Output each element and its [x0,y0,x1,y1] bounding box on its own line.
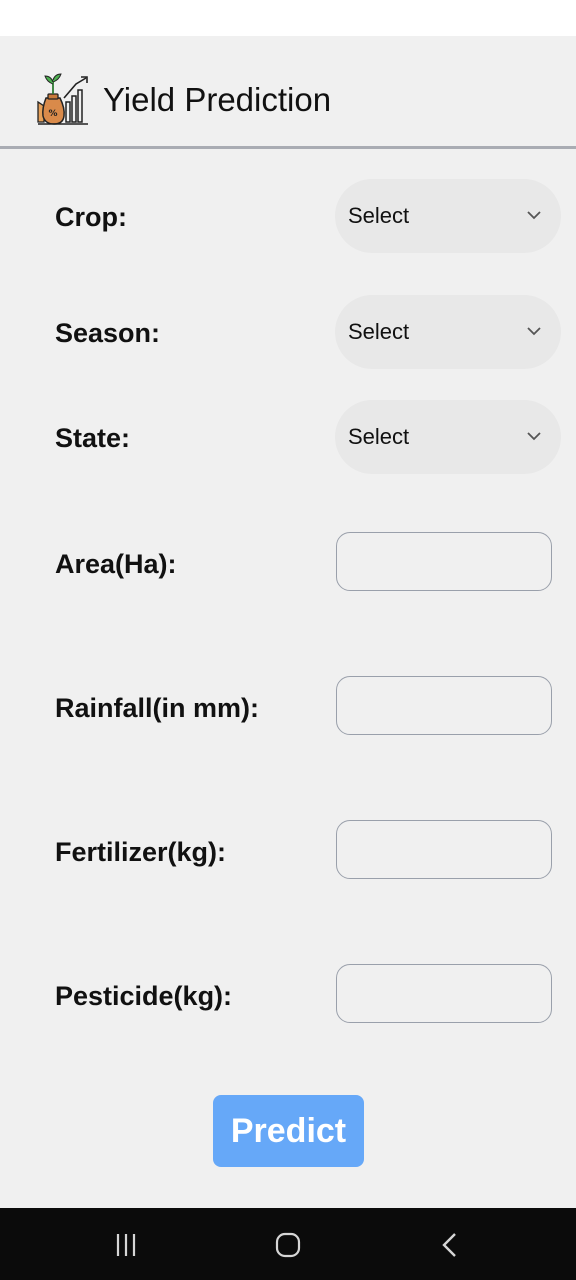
season-label: Season: [55,318,161,348]
chevron-down-icon [527,432,541,441]
yield-prediction-screen: % Yield Prediction Crop: Select Season: … [0,36,576,1208]
back-icon[interactable] [430,1230,470,1260]
pesticide-label: Pesticide(kg): [55,981,233,1011]
state-select-value: Select [348,424,410,449]
season-select[interactable]: Select [335,295,561,369]
app-header: % Yield Prediction [0,36,576,149]
crop-select[interactable]: Select [335,179,561,253]
svg-text:%: % [48,109,57,119]
area-input[interactable] [336,532,552,591]
season-select-value: Select [348,319,410,344]
crop-yield-growth-icon: % [37,73,88,125]
page-title: Yield Prediction [103,81,332,118]
home-icon[interactable] [268,1230,308,1260]
state-select[interactable]: Select [335,400,561,474]
crop-select-value: Select [348,203,410,228]
recent-apps-icon[interactable] [106,1230,146,1260]
fertilizer-label: Fertilizer(kg): [55,837,227,867]
predict-button[interactable]: Predict [213,1095,364,1167]
chevron-down-icon [527,327,541,336]
system-navigation-bar [0,1208,576,1280]
state-label: State: [55,423,131,453]
pesticide-input[interactable] [336,964,552,1023]
fertilizer-input[interactable] [336,820,552,879]
rainfall-input[interactable] [336,676,552,735]
rainfall-label: Rainfall(in mm): [55,693,260,723]
area-label: Area(Ha): [55,549,177,579]
chevron-down-icon [527,211,541,220]
crop-label: Crop: [55,202,127,232]
status-bar [0,0,576,36]
